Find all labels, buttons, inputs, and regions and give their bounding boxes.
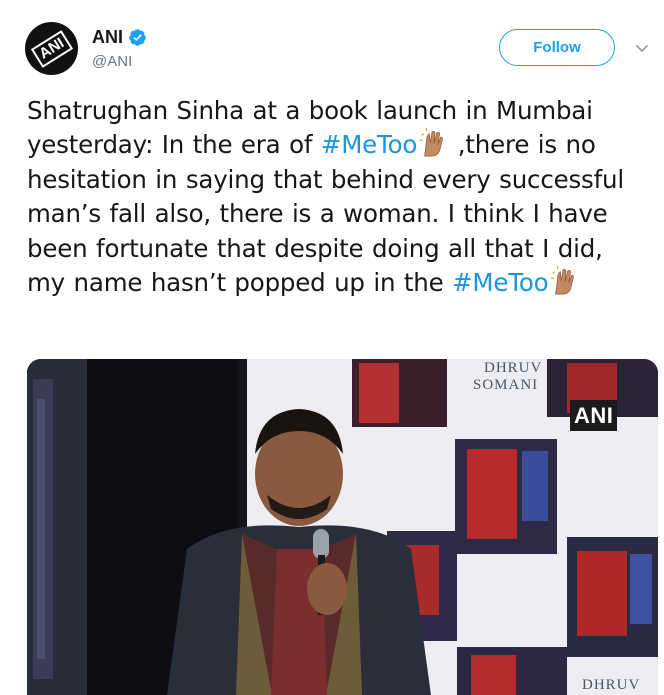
tweet-text: Shatrughan Sinha at a book launch in Mum… <box>27 94 647 300</box>
raised-hands-emoji-icon <box>550 266 580 296</box>
hashtag-link[interactable]: #MeToo <box>452 268 549 297</box>
tweet-photo[interactable]: DHRUV SOMANI DHRUV ANI <box>27 359 658 695</box>
handle[interactable]: @ANI <box>92 53 132 70</box>
verified-badge-icon <box>129 29 146 46</box>
display-name[interactable]: ANI <box>92 27 123 48</box>
hashtag-link[interactable]: #MeToo <box>321 130 418 159</box>
follow-button[interactable]: Follow <box>499 29 615 66</box>
avatar[interactable]: ANI <box>25 22 78 75</box>
ani-watermark: ANI <box>570 400 618 431</box>
photo-scene <box>27 359 658 695</box>
chevron-down-icon[interactable] <box>634 40 650 56</box>
backdrop-author-line2: SOMANI <box>473 377 539 393</box>
author-name-row[interactable]: ANI <box>92 27 147 48</box>
raised-hands-emoji-icon <box>419 128 449 158</box>
ani-logo: ANI <box>30 30 74 68</box>
tweet-header: ANI ANI @ANI Follow <box>0 0 664 80</box>
backdrop-author-line1: DHRUV <box>484 360 543 376</box>
backdrop-author-bottom: DHRUV <box>582 677 641 693</box>
